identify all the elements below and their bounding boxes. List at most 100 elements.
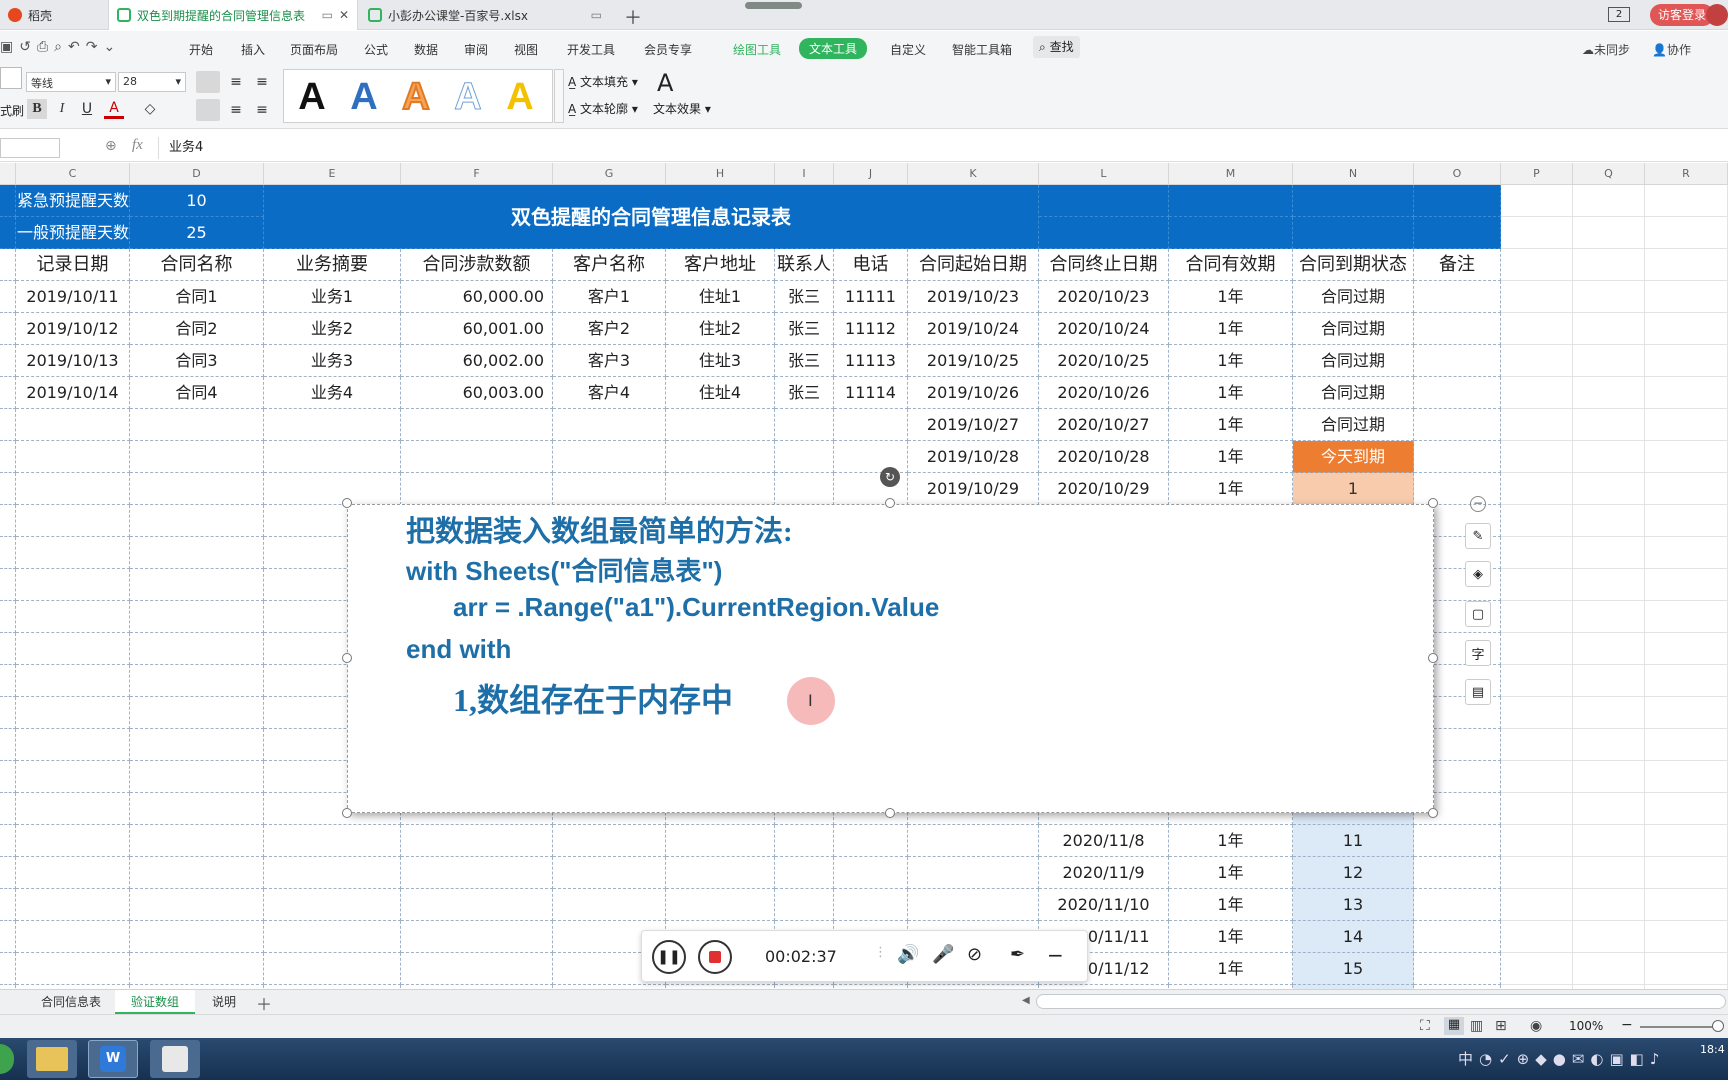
table-cell[interactable]: 张三	[775, 281, 834, 313]
text-effect-button[interactable]: 文本效果 ▾	[653, 100, 711, 117]
speaker-icon[interactable]: 🔊	[897, 944, 919, 965]
column-header[interactable]: F	[401, 163, 553, 185]
grid-cell[interactable]	[130, 729, 264, 761]
paste-icon[interactable]	[0, 67, 22, 89]
collaborate-button[interactable]: 👤协作	[1652, 41, 1691, 58]
urgent-days-label[interactable]: 紧急预提醒天数	[16, 185, 130, 217]
normal-days-label[interactable]: 一般预提醒天数	[16, 217, 130, 249]
grid-cell[interactable]	[1501, 185, 1573, 217]
table-cell[interactable]: 1年	[1169, 953, 1293, 985]
grid-cell[interactable]	[130, 601, 264, 633]
table-cell[interactable]	[553, 441, 666, 473]
column-header[interactable]: J	[834, 163, 908, 185]
status-cell[interactable]: 1	[1293, 473, 1414, 505]
grid-cell[interactable]	[16, 569, 130, 601]
grid-cell[interactable]	[1645, 953, 1728, 985]
table-header[interactable]: 合同有效期	[1169, 249, 1293, 281]
table-cell[interactable]: 2019/10/27	[908, 409, 1039, 441]
table-cell[interactable]	[130, 473, 264, 505]
table-cell[interactable]: 住址2	[666, 313, 775, 345]
table-cell[interactable]: 1年	[1169, 473, 1293, 505]
grid-cell[interactable]	[16, 953, 130, 985]
grid-cell[interactable]	[0, 249, 16, 281]
resize-handle-w[interactable]	[342, 653, 352, 663]
grid-cell[interactable]	[775, 889, 834, 921]
grid-cell[interactable]	[1645, 697, 1728, 729]
grid-cell[interactable]	[130, 825, 264, 857]
close-tab-icon[interactable]: ✕	[339, 8, 349, 22]
table-cell[interactable]: 1年	[1169, 345, 1293, 377]
table-cell[interactable]: 合同3	[130, 345, 264, 377]
grid-cell[interactable]	[1501, 537, 1573, 569]
table-cell[interactable]: 2019/10/23	[908, 281, 1039, 313]
pause-button[interactable]: ❚❚	[652, 940, 686, 974]
grid-cell[interactable]	[16, 921, 130, 953]
grid-cell[interactable]	[1645, 825, 1728, 857]
grid-cell[interactable]	[264, 953, 401, 985]
monitor-icon[interactable]: ▭	[322, 8, 333, 22]
grid-cell[interactable]	[130, 665, 264, 697]
outline-icon[interactable]: ▢	[1465, 601, 1491, 627]
grid-cell[interactable]	[1645, 249, 1728, 281]
grid-cell[interactable]	[401, 857, 553, 889]
status-cell[interactable]: 13	[1293, 889, 1414, 921]
rotate-handle-icon[interactable]: ↻	[880, 467, 900, 487]
table-header[interactable]: 记录日期	[16, 249, 130, 281]
table-cell[interactable]: 合同过期	[1293, 345, 1414, 377]
grid-cell[interactable]	[0, 953, 16, 985]
resize-handle-sw[interactable]	[342, 808, 352, 818]
grid-cell[interactable]	[1414, 217, 1501, 249]
new-tab-button[interactable]: ＋	[624, 4, 642, 30]
table-cell[interactable]	[666, 441, 775, 473]
grid-cell[interactable]	[0, 921, 16, 953]
grid-cell[interactable]	[0, 729, 16, 761]
underline-button[interactable]: U	[77, 99, 97, 119]
grid-cell[interactable]	[1169, 217, 1293, 249]
grid-cell[interactable]	[1645, 345, 1728, 377]
table-cell[interactable]: 张三	[775, 377, 834, 409]
font-size-select[interactable]: 28 ▾	[118, 72, 186, 92]
table-cell[interactable]: 1年	[1169, 377, 1293, 409]
stop-button[interactable]	[698, 940, 732, 974]
column-header[interactable]: D	[130, 163, 264, 185]
resize-handle-s[interactable]	[885, 808, 895, 818]
font-name-select[interactable]: 等线 ▾	[26, 72, 116, 92]
table-cell[interactable]: 合同2	[130, 313, 264, 345]
grid-cell[interactable]	[0, 377, 16, 409]
grid-cell[interactable]	[1645, 377, 1728, 409]
grid-cell[interactable]	[1501, 281, 1573, 313]
grid-cell[interactable]	[130, 889, 264, 921]
table-cell[interactable]	[264, 441, 401, 473]
table-cell[interactable]	[1414, 473, 1501, 505]
table-cell[interactable]: 2019/10/11	[16, 281, 130, 313]
page-break-icon[interactable]: ⊞	[1495, 1018, 1507, 1034]
table-cell[interactable]: 客户3	[553, 345, 666, 377]
grid-cell[interactable]	[130, 761, 264, 793]
grid-cell[interactable]	[0, 185, 16, 217]
grid-cell[interactable]	[1573, 569, 1645, 601]
grid-cell[interactable]	[775, 857, 834, 889]
text-style-blue[interactable]: A	[340, 73, 388, 121]
grid-cell[interactable]	[130, 921, 264, 953]
column-header[interactable]: I	[775, 163, 834, 185]
grid-cell[interactable]	[1501, 505, 1573, 537]
sheet-tab-notes[interactable]: 说明	[196, 990, 252, 1014]
normal-days-value[interactable]: 25	[130, 217, 264, 249]
grid-cell[interactable]	[1501, 313, 1573, 345]
grid-cell[interactable]	[0, 281, 16, 313]
grid-cell[interactable]	[1573, 601, 1645, 633]
grid-cell[interactable]	[1501, 569, 1573, 601]
camera-off-icon[interactable]: ⊘	[967, 944, 982, 965]
table-cell[interactable]: 合同4	[130, 377, 264, 409]
align-center-icon[interactable]: ≡	[226, 100, 246, 120]
table-cell[interactable]	[16, 473, 130, 505]
grid-cell[interactable]	[1645, 473, 1728, 505]
drag-handle[interactable]	[745, 2, 802, 9]
grid-cell[interactable]	[1501, 217, 1573, 249]
column-header[interactable]: K	[908, 163, 1039, 185]
tab-review[interactable]: 审阅	[462, 41, 490, 58]
add-sheet-icon[interactable]: ＋	[256, 991, 272, 1015]
grid-cell[interactable]	[1573, 441, 1645, 473]
align-right-icon[interactable]: ≡	[252, 100, 272, 120]
resize-handle-ne[interactable]	[1428, 498, 1438, 508]
